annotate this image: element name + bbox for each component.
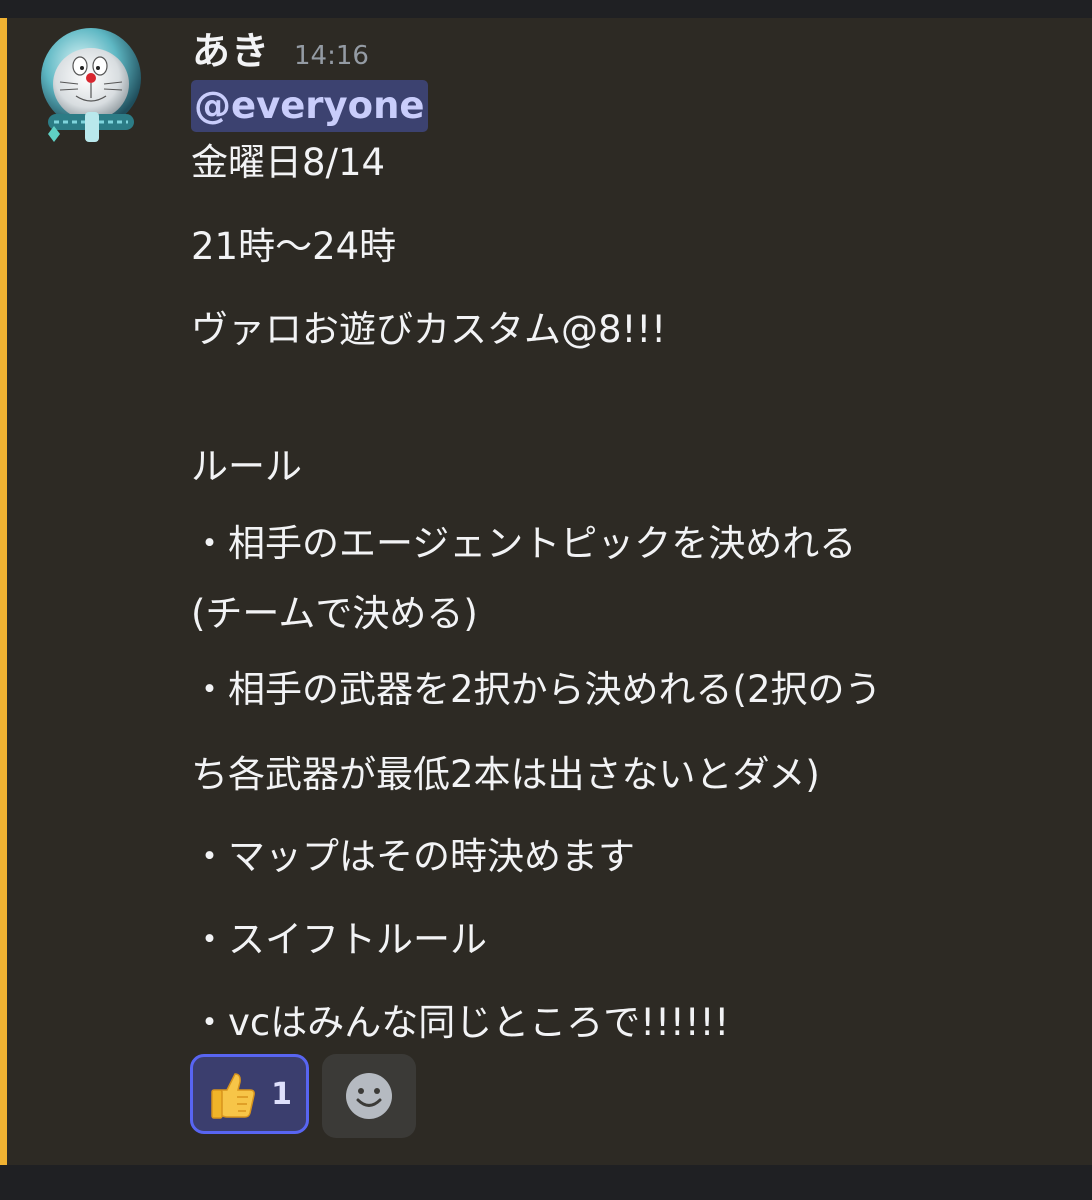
message-line-rule-1-cont: (チームで決める) — [191, 592, 478, 635]
message-line-rule-1: ・相手のエージェントピックを決めれる — [191, 522, 857, 565]
thumbs-up-icon — [211, 1073, 255, 1119]
message-line-rules-heading: ルール — [191, 445, 302, 488]
reaction-thumbs-up[interactable]: 1 — [190, 1054, 309, 1134]
message-line-rule-5: ・vcはみんな同じところで!!!!!! — [191, 1001, 730, 1044]
everyone-mention[interactable]: @everyone — [191, 80, 428, 132]
reactions-row: 1 — [190, 1054, 416, 1138]
message-line-event: ヴァロお遊びカスタム@8!!! — [191, 308, 667, 351]
reaction-count: 1 — [271, 1076, 292, 1112]
add-reaction-button[interactable] — [322, 1054, 416, 1138]
username[interactable]: あき — [192, 20, 270, 75]
bottom-bar — [0, 1165, 1092, 1200]
timestamp: 14:16 — [294, 41, 369, 71]
message-line-rule-2-cont: ち各武器が最低2本は出さないとダメ) — [191, 753, 820, 796]
message-line-rule-4: ・スイフトルール — [191, 918, 487, 961]
message-line-rule-3: ・マップはその時決めます — [191, 835, 635, 878]
top-bar — [0, 0, 1092, 18]
smiley-face-icon — [346, 1073, 392, 1119]
mention-highlight-bar — [0, 18, 7, 1165]
message-line-rule-2: ・相手の武器を2択から決めれる(2択のう — [191, 668, 882, 711]
avatar-image — [41, 28, 141, 142]
message-header: あき 14:16 — [192, 20, 369, 80]
avatar[interactable] — [38, 26, 144, 144]
message-panel: あき 14:16 @everyone 金曜日8/14 21時〜24時 ヴァロお遊… — [0, 18, 1092, 1165]
message-line-time: 21時〜24時 — [191, 225, 397, 268]
message-line-date: 金曜日8/14 — [191, 141, 386, 184]
